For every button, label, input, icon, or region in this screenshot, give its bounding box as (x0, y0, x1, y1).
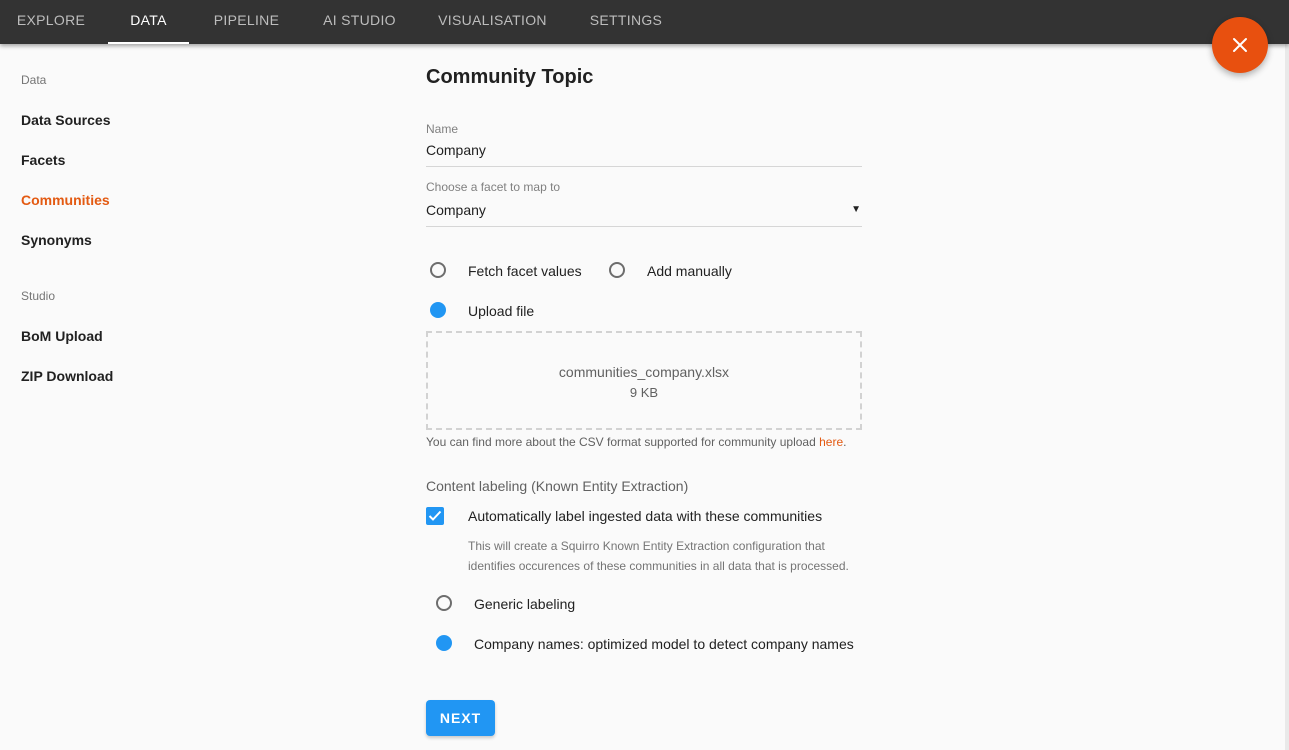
auto-label-description-line2: identifies occurences of these communiti… (468, 559, 849, 573)
sidebar-item-facets[interactable]: Facets (21, 152, 65, 168)
tab-data[interactable]: DATA (108, 0, 189, 44)
facet-select[interactable]: Choose a facet to map to Company ▼ (426, 180, 862, 227)
radio-generic-labeling-label[interactable]: Generic labeling (474, 596, 575, 612)
radio-fetch-facet-values[interactable] (430, 262, 446, 278)
radio-generic-labeling[interactable] (436, 595, 452, 611)
radio-company-names-label[interactable]: Company names: optimized model to detect… (474, 636, 854, 652)
page-title: Community Topic (426, 66, 594, 88)
sidebar-heading-studio: Studio (21, 289, 56, 303)
sidebar-item-zip-download[interactable]: ZIP Download (21, 368, 113, 384)
csv-format-hint-suffix: . (843, 435, 847, 449)
file-dropzone[interactable]: communities_company.xlsx 9 KB (426, 331, 862, 430)
tab-pipeline[interactable]: PIPELINE (203, 0, 290, 44)
name-field-value[interactable]: Company (426, 142, 486, 158)
radio-upload-file[interactable] (430, 302, 446, 318)
name-field-label: Name (426, 122, 459, 136)
next-button[interactable]: NEXT (426, 700, 495, 736)
sidebar-item-synonyms[interactable]: Synonyms (21, 232, 92, 248)
caret-down-icon[interactable]: ▼ (851, 204, 861, 215)
radio-company-names[interactable] (436, 635, 452, 651)
csv-format-hint: You can find more about the CSV format s… (426, 435, 847, 449)
facet-select-value[interactable]: Company (426, 202, 486, 218)
csv-format-hint-text: You can find more about the CSV format s… (426, 435, 820, 449)
sidebar-heading-data: Data (21, 73, 47, 87)
tab-settings[interactable]: SETTINGS (580, 0, 672, 44)
facet-select-label: Choose a facet to map to (426, 180, 561, 194)
radio-fetch-facet-values-label[interactable]: Fetch facet values (468, 263, 582, 279)
auto-label-checkbox-label[interactable]: Automatically label ingested data with t… (468, 508, 822, 524)
auto-label-checkbox[interactable] (426, 507, 444, 525)
checkmark-icon (428, 510, 442, 521)
uploaded-file-name: communities_company.xlsx (558, 364, 730, 380)
tab-explore[interactable]: EXPLORE (8, 0, 94, 44)
radio-add-manually[interactable] (609, 262, 625, 278)
csv-format-help-link[interactable]: here (819, 435, 843, 449)
tab-ai-studio[interactable]: AI STUDIO (314, 0, 405, 44)
auto-label-description-line1: This will create a Squirro Known Entity … (468, 539, 825, 553)
radio-add-manually-label[interactable]: Add manually (647, 263, 732, 279)
name-field[interactable]: Name Company (426, 122, 862, 167)
radio-upload-file-label[interactable]: Upload file (468, 303, 534, 319)
content-labeling-heading: Content labeling (Known Entity Extractio… (426, 478, 689, 494)
sidebar-item-bom-upload[interactable]: BoM Upload (21, 328, 103, 344)
sidebar-item-communities[interactable]: Communities (21, 192, 110, 208)
tab-visualisation[interactable]: VISUALISATION (429, 0, 556, 44)
uploaded-file-size: 9 KB (629, 385, 659, 400)
sidebar-item-data-sources[interactable]: Data Sources (21, 112, 110, 128)
panel-edge (1285, 44, 1289, 750)
close-icon (1233, 38, 1247, 52)
close-button[interactable] (1212, 17, 1268, 73)
top-nav-bar: EXPLORE DATA PIPELINE AI STUDIO VISUALIS… (0, 0, 1289, 44)
